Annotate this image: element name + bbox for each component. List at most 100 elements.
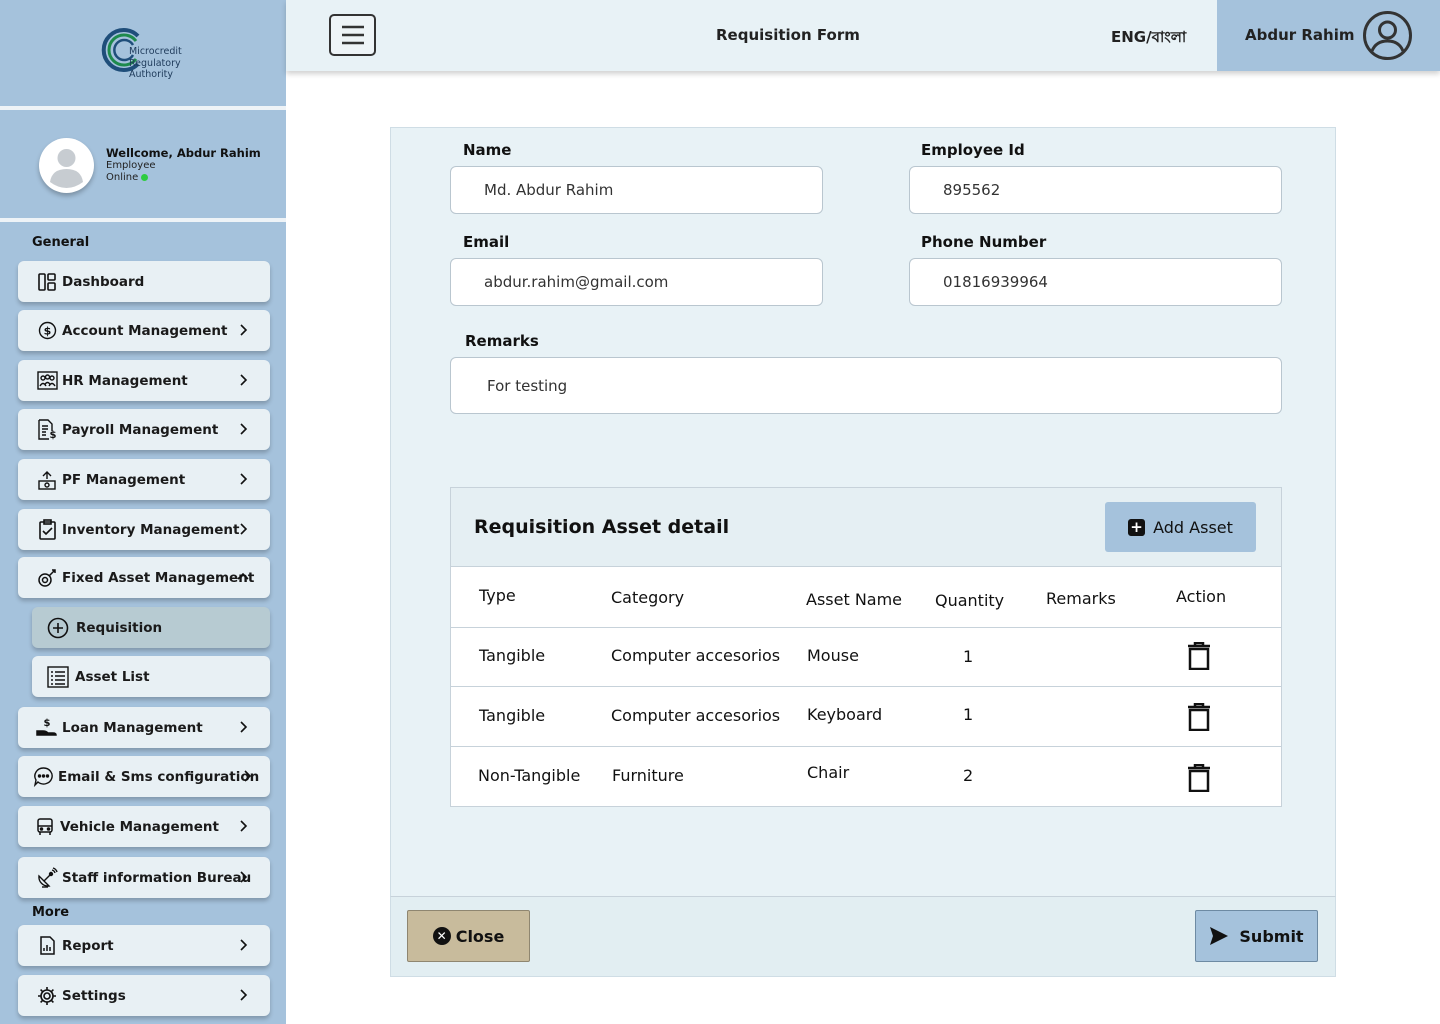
chevron-right-icon [240,423,248,435]
logo-line-1: Microcredit [129,46,182,57]
user-circle-icon[interactable] [1362,10,1413,61]
sidebar-item-dashboard[interactable]: Dashboard [18,261,270,302]
plus-square-icon: + [1128,518,1146,536]
online-status: Online [106,172,149,183]
phone-number-label: Phone Number [921,233,1047,251]
clipboard-check-icon [36,519,58,541]
user-menu[interactable]: Abdur Rahim [1217,0,1440,71]
email-field[interactable]: abdur.rahim@gmail.com [450,258,823,306]
section-general: General [32,235,90,250]
sidebar-item-label: Requisition [76,619,163,636]
cell-asset-name: Mouse [807,646,859,665]
bus-icon [34,816,56,838]
sidebar-item-loan-management[interactable]: $ Loan Management [18,707,270,748]
cell-type: Non-Tangible [478,766,581,785]
sidebar-item-label: Vehicle Management [60,818,219,835]
asset-icon [36,567,58,589]
divider [0,218,286,222]
remarks-label: Remarks [465,332,539,350]
sidebar-item-pf-management[interactable]: PF Management [18,459,270,500]
cell-quantity: 2 [963,766,974,785]
chevron-right-icon [244,770,252,782]
sidebar-item-fixed-asset-management[interactable]: Fixed Asset Management [18,557,270,598]
employee-id-field[interactable]: 895562 [909,166,1282,214]
sidebar-item-settings[interactable]: Settings [18,975,270,1016]
chevron-up-icon [237,572,249,580]
welcome-text: Wellcome, Abdur Rahim [106,146,261,160]
close-circle-icon: ✕ [432,927,451,945]
logo-area: Microcredit Regulatory Authority [0,0,286,106]
plus-circle-icon [46,616,70,640]
sidebar-item-requisition[interactable]: Requisition [32,607,270,648]
sidebar-item-inventory-management[interactable]: Inventory Management [18,509,270,550]
page-title: Requisition Form [716,26,860,44]
sidebar-item-label: Settings [62,987,126,1004]
svg-text:$: $ [43,325,51,338]
sidebar-item-payroll-management[interactable]: $ Payroll Management [18,409,270,450]
section-more: More [32,905,70,920]
chevron-right-icon [240,374,248,386]
status-text: Online [106,172,139,183]
sidebar-item-report[interactable]: Report [18,925,270,966]
row-divider [451,746,1281,747]
online-dot-icon [141,173,149,181]
sidebar-item-label: Inventory Management [62,521,240,538]
language-toggle[interactable]: ENG/বাংলা [1111,26,1186,51]
column-header-type: Type [479,586,516,605]
phone-number-field[interactable]: 01816939964 [909,258,1282,306]
cell-category: Computer accesorios [611,706,781,725]
sidebar-item-hr-management[interactable]: HR Management [18,360,270,401]
gear-icon [36,985,58,1007]
sidebar-item-label: Account Management [62,322,228,339]
svg-text:$: $ [50,430,57,440]
money-transfer-icon [36,469,58,491]
user-silhouette-icon [50,149,83,188]
logo-line-3: Authority [129,69,173,80]
remarks-field[interactable]: For testing [450,357,1282,414]
sidebar-item-account-management[interactable]: $ Account Management [18,310,270,351]
sidebar-item-label: Report [62,937,114,954]
chat-icon [32,766,54,788]
logo-text: Microcredit Regulatory Authority [129,46,182,81]
name-field[interactable]: Md. Abdur Rahim [450,166,823,214]
avatar[interactable] [39,138,94,193]
dashboard-icon [36,271,58,293]
cell-asset-name: Chair [807,763,850,782]
payroll-document-icon: $ [36,419,58,441]
close-button[interactable]: ✕ Close [407,910,530,962]
sidebar-item-label: Payroll Management [62,421,219,438]
list-icon [46,665,70,689]
sidebar-item-vehicle-management[interactable]: Vehicle Management [18,806,270,847]
email-label: Email [463,233,510,251]
delete-trash-icon[interactable] [1187,703,1211,731]
employee-id-label: Employee Id [921,141,1025,159]
hamburger-menu-button[interactable] [329,14,376,56]
cell-category: Computer accesorios [611,646,781,665]
chevron-right-icon [240,473,248,485]
sidebar-item-label: Staff information Bureau [62,869,252,886]
column-header-category: Category [611,588,685,607]
user-role: Employee [106,160,156,171]
chevron-right-icon [240,523,248,535]
close-label: Close [455,926,505,946]
satellite-icon [36,866,58,889]
row-divider [451,686,1281,687]
cell-quantity: 1 [963,647,974,666]
sidebar-item-asset-list[interactable]: Asset List [32,656,270,697]
delete-trash-icon[interactable] [1187,764,1211,792]
column-header-asset-name: Asset Name [806,590,903,609]
sidebar-item-staff-information-bureau[interactable]: Staff information Bureau [18,857,270,898]
sidebar: Microcredit Regulatory Authority Wellcom… [0,0,286,1024]
sidebar-item-label: Email & Sms configuration [58,768,260,785]
add-asset-button[interactable]: + Add Asset [1105,502,1256,552]
delete-trash-icon[interactable] [1187,642,1211,670]
sidebar-item-label: HR Management [62,372,188,389]
chevron-right-icon [240,820,248,832]
chevron-right-icon [240,324,248,336]
submit-label: Submit [1239,926,1304,946]
sidebar-item-label: PF Management [62,471,186,488]
sidebar-item-email-sms-configuration[interactable]: Email & Sms configuration [18,756,270,797]
submit-button[interactable]: Submit [1195,910,1318,962]
cell-category: Furniture [612,766,684,785]
dollar-circle-icon: $ [36,320,58,342]
